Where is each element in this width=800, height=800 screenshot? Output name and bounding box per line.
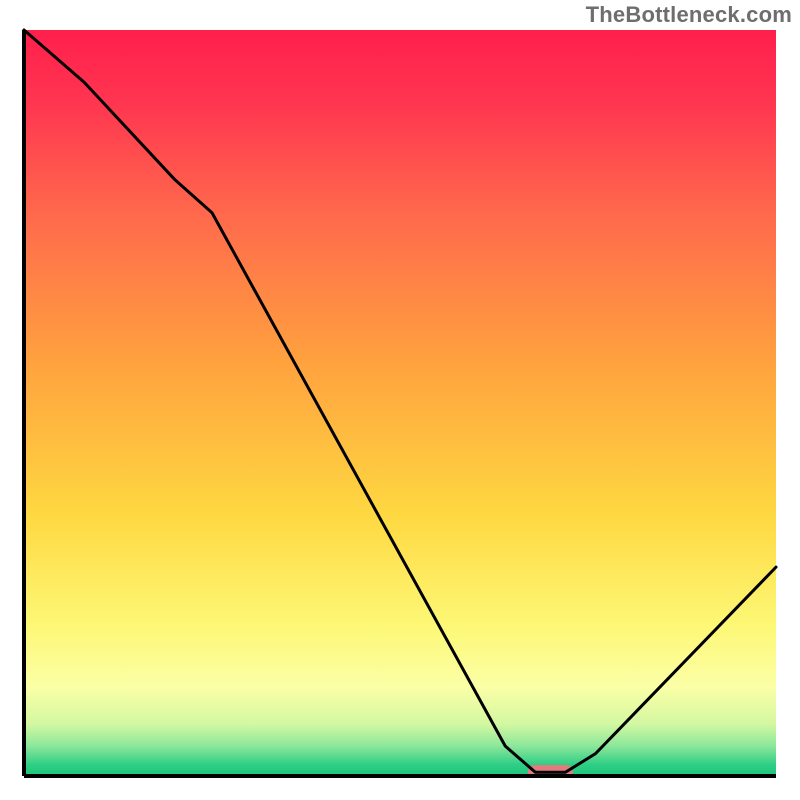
- chart-container: TheBottleneck.com: [0, 0, 800, 800]
- gradient-background: [24, 30, 776, 776]
- watermark-label: TheBottleneck.com: [586, 2, 792, 28]
- bottleneck-plot: [22, 28, 778, 778]
- chart-svg: [22, 28, 778, 778]
